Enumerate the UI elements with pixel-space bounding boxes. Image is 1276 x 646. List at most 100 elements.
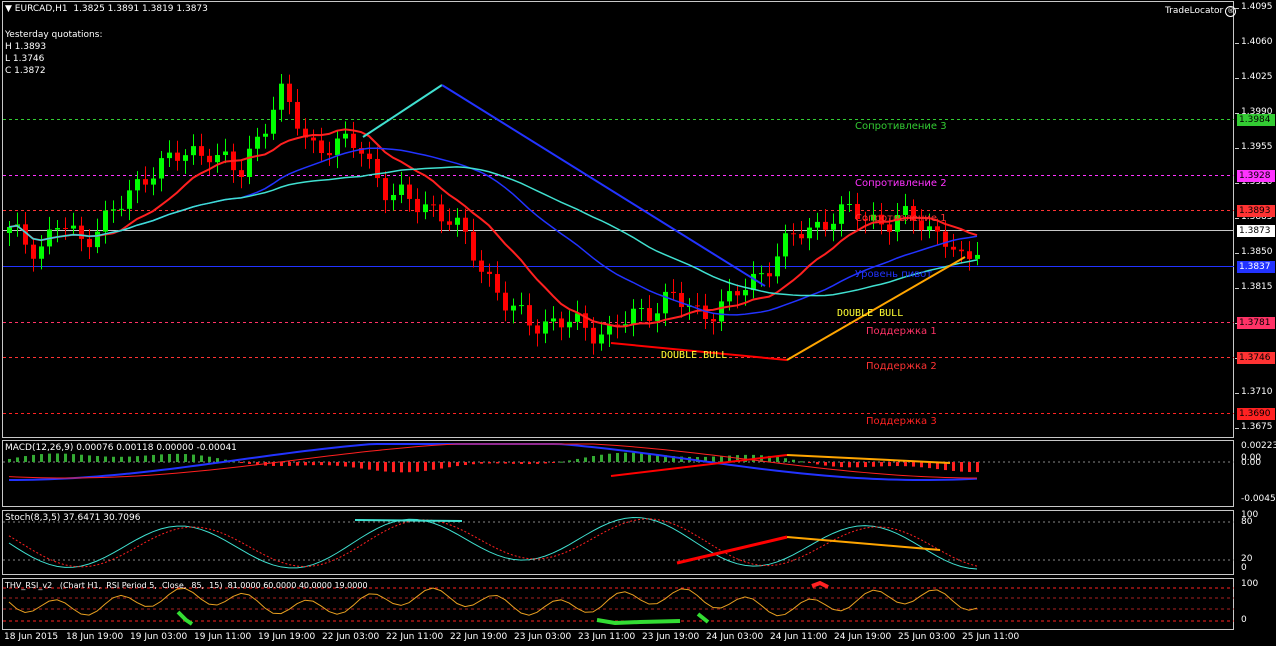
macd-histogram-bar xyxy=(344,462,347,467)
macd-histogram-bar xyxy=(976,462,979,473)
candle-body xyxy=(447,221,452,225)
candle-body xyxy=(783,233,788,257)
price-tick: 1.3675 xyxy=(1241,422,1273,432)
macd-title: MACD(12,26,9) 0.00076 0.00118 0.00000 -0… xyxy=(5,443,237,453)
candle-body xyxy=(655,313,660,321)
macd-histogram-bar xyxy=(424,462,427,471)
macd-histogram-bar xyxy=(888,462,891,467)
yesterday-low: L 1.3746 xyxy=(5,54,45,64)
macd-histogram-bar xyxy=(96,456,99,462)
candle-body xyxy=(87,238,92,248)
candle-body xyxy=(735,291,740,296)
macd-histogram-bar xyxy=(312,462,315,466)
price-tick-mark xyxy=(1235,288,1239,289)
price-tick-mark xyxy=(1235,43,1239,44)
candle-body xyxy=(599,334,604,344)
macd-histogram-bar xyxy=(88,455,91,462)
macd-histogram-bar xyxy=(448,462,451,468)
time-tick: 22 Jun 03:00 xyxy=(322,632,380,642)
candle-body xyxy=(551,318,556,322)
candle-body xyxy=(143,179,148,185)
time-tick: 24 Jun 11:00 xyxy=(770,632,828,642)
time-tick: 24 Jun 03:00 xyxy=(706,632,764,642)
menu-arrow-icon[interactable]: ▼ xyxy=(5,4,12,14)
macd-histogram-bar xyxy=(128,456,131,462)
candle-body xyxy=(319,140,324,154)
rsi-oversold-mark xyxy=(176,610,194,626)
macd-histogram-bar xyxy=(504,462,507,464)
candle-body xyxy=(791,233,796,235)
candle-body xyxy=(191,146,196,156)
symbol-header[interactable]: ▼ EURCAD,H1 1.3825 1.3891 1.3819 1.3873 xyxy=(5,4,208,14)
candle-body xyxy=(479,260,484,272)
price-tick: 1.3815 xyxy=(1241,282,1273,292)
candle-body xyxy=(559,318,564,328)
macd-histogram-bar xyxy=(720,456,723,462)
macd-histogram-bar xyxy=(168,453,171,462)
macd-histogram-bar xyxy=(56,453,59,462)
macd-histogram-bar xyxy=(952,462,955,471)
candle-body xyxy=(839,204,844,224)
candle-body xyxy=(327,153,332,156)
candle-body xyxy=(455,217,460,225)
candle-body xyxy=(127,190,132,209)
rsi-scale-0: 0 xyxy=(1241,615,1247,625)
macd-histogram-bar xyxy=(48,453,51,462)
macd-histogram-bar xyxy=(360,462,363,469)
candle-body xyxy=(423,204,428,213)
macd-histogram-bar xyxy=(192,454,195,462)
time-tick: 23 Jun 11:00 xyxy=(578,632,636,642)
time-tick: 25 Jun 11:00 xyxy=(962,632,1020,642)
candle-body xyxy=(759,273,764,275)
candle-body xyxy=(823,221,828,230)
macd-histogram-bar xyxy=(840,462,843,468)
price-label-current: 1.3873 xyxy=(1237,224,1275,237)
macd-histogram-bar xyxy=(512,462,515,464)
candle-body xyxy=(311,137,316,141)
candle-body xyxy=(727,291,732,302)
level-pivot-label: Уровень пивот xyxy=(855,269,933,280)
macd-histogram-bar xyxy=(80,454,83,462)
candle-body xyxy=(711,319,716,322)
candle-body xyxy=(95,231,100,248)
macd-histogram-bar xyxy=(568,460,571,462)
macd-histogram-bar xyxy=(960,462,963,472)
macd-histogram-bar xyxy=(816,462,819,465)
price-label-pivot: 1.3837 xyxy=(1237,260,1275,273)
candle-body xyxy=(151,178,156,185)
candle-body xyxy=(215,155,220,163)
candle-body xyxy=(775,256,780,277)
macd-histogram-bar xyxy=(784,458,787,462)
candle-body xyxy=(383,178,388,201)
candle-body xyxy=(535,325,540,334)
tradelocator-brand[interactable]: TradeLocator ® xyxy=(1165,6,1237,17)
macd-scale-mid2: 0.00 xyxy=(1241,458,1262,468)
candle-body xyxy=(943,231,948,247)
candle-body xyxy=(751,273,756,291)
macd-histogram-bar xyxy=(72,454,75,462)
macd-histogram-bar xyxy=(216,458,219,462)
macd-histogram-bar xyxy=(336,462,339,466)
candle-body xyxy=(391,194,396,201)
level-s3-label: Поддержка 3 xyxy=(866,416,937,427)
candle-body xyxy=(199,146,204,156)
macd-histogram-bar xyxy=(792,459,795,462)
price-tick: 1.4025 xyxy=(1241,72,1273,82)
price-tick-mark xyxy=(1235,183,1239,184)
candle-body xyxy=(415,198,420,213)
macd-histogram-bar xyxy=(912,462,915,467)
candle-body xyxy=(183,155,188,161)
macd-scale-bottom: -0.00458 xyxy=(1241,494,1276,504)
macd-histogram-bar xyxy=(560,461,563,463)
candle-body xyxy=(79,225,84,239)
macd-histogram-bar xyxy=(584,457,587,462)
candle-body xyxy=(63,227,68,229)
macd-histogram-bar xyxy=(464,462,467,466)
stoch-divergence-orange xyxy=(786,536,941,551)
candle-body xyxy=(343,133,348,139)
price-tick-mark xyxy=(1235,148,1239,149)
yesterday-high: H 1.3893 xyxy=(5,42,47,52)
macd-histogram-bar xyxy=(200,455,203,462)
macd-histogram-bar xyxy=(24,456,27,462)
candle-body xyxy=(487,271,492,275)
